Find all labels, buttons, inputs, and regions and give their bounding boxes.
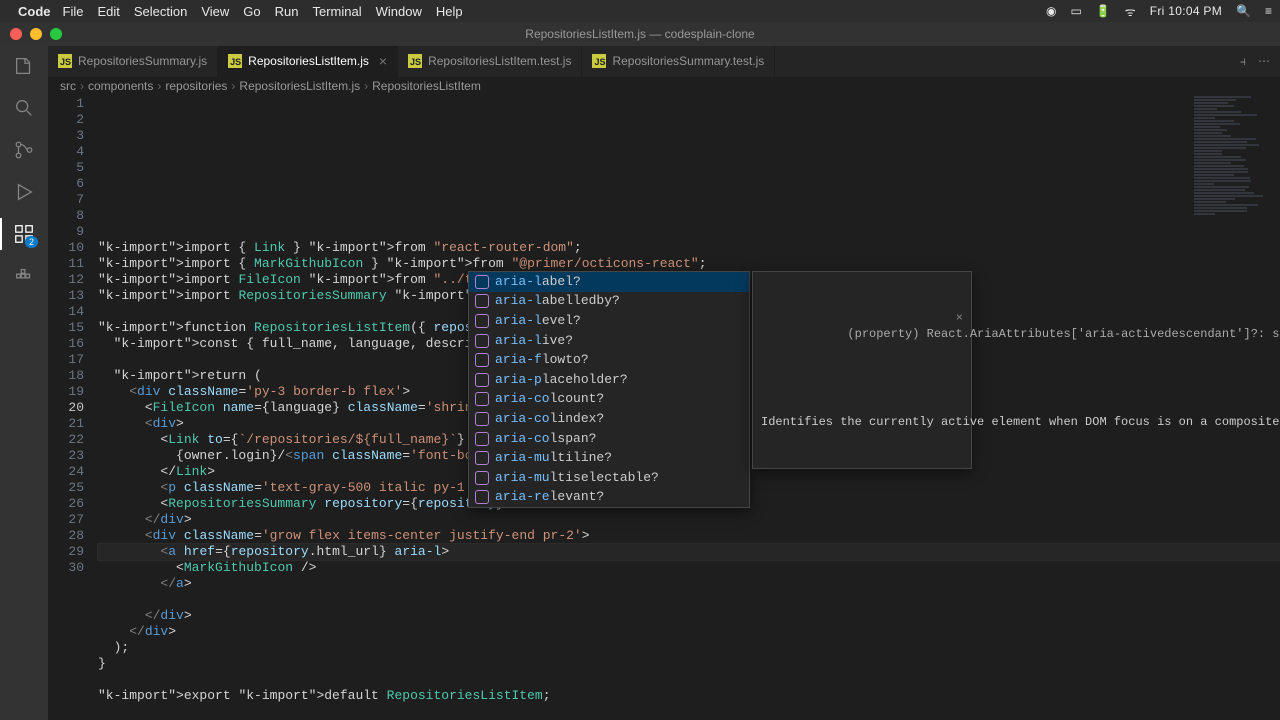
js-file-icon: JS — [592, 54, 606, 68]
line-number-gutter: 1234567891011121314151617181920212223242… — [48, 96, 98, 720]
tab-repositorieslistitem[interactable]: JS RepositoriesListItem.js × — [218, 46, 398, 77]
intellisense-doc: (property) React.AriaAttributes['aria-ac… — [752, 271, 972, 469]
vscode-titlebar: RepositoriesListItem.js — codesplain-clo… — [0, 22, 1280, 46]
search-icon[interactable] — [12, 96, 36, 120]
split-editor-icon[interactable]: ⫞ — [1240, 54, 1246, 69]
window-controls — [0, 28, 62, 40]
tab-label: RepositoriesListItem.js — [248, 54, 369, 68]
control-center-icon[interactable]: ≡ — [1265, 4, 1272, 18]
battery-icon[interactable]: 🔋 — [1096, 4, 1111, 18]
suggest-item[interactable]: aria-colspan? — [469, 429, 749, 449]
property-icon — [475, 392, 489, 406]
intellisense-suggest[interactable]: aria-label?aria-labelledby?aria-level?ar… — [468, 271, 750, 508]
macos-menubar: Code File Edit Selection View Go Run Ter… — [0, 0, 1280, 22]
tab-repositorieslistitem-test[interactable]: JS RepositoriesListItem.test.js — [398, 46, 582, 77]
property-icon — [475, 353, 489, 367]
property-icon — [475, 451, 489, 465]
js-file-icon: JS — [58, 54, 72, 68]
extensions-badge: 2 — [25, 236, 38, 248]
close-doc-icon[interactable]: × — [956, 310, 963, 326]
suggest-item[interactable]: aria-multiline? — [469, 448, 749, 468]
crumb[interactable]: components — [88, 79, 153, 93]
suggest-item[interactable]: aria-relevant? — [469, 488, 749, 508]
tab-label: RepositoriesListItem.test.js — [428, 54, 571, 68]
js-file-icon: JS — [228, 54, 242, 68]
activity-bar: 2 — [0, 46, 48, 720]
suggest-item[interactable]: aria-label? — [469, 272, 749, 292]
debug-icon[interactable] — [12, 180, 36, 204]
menu-view[interactable]: View — [201, 4, 229, 19]
suggest-item[interactable]: aria-placeholder? — [469, 370, 749, 390]
js-file-icon: JS — [408, 54, 422, 68]
property-icon — [475, 432, 489, 446]
tab-repositoriessummary-test[interactable]: JS RepositoriesSummary.test.js — [582, 46, 775, 77]
editor-tabs: JS RepositoriesSummary.js JS Repositorie… — [48, 46, 1280, 77]
suggest-item[interactable]: aria-flowto? — [469, 350, 749, 370]
menu-edit[interactable]: Edit — [97, 4, 119, 19]
close-tab-icon[interactable]: × — [379, 53, 387, 69]
clock[interactable]: Fri 10:04 PM — [1150, 4, 1222, 18]
crumb[interactable]: RepositoriesListItem.js — [239, 79, 360, 93]
suggest-item[interactable]: aria-colindex? — [469, 409, 749, 429]
property-icon — [475, 471, 489, 485]
tab-label: RepositoriesSummary.js — [78, 54, 207, 68]
editor-area: JS RepositoriesSummary.js JS Repositorie… — [48, 46, 1280, 720]
menu-selection[interactable]: Selection — [134, 4, 187, 19]
crumb[interactable]: RepositoriesListItem — [372, 79, 481, 93]
close-window-icon[interactable] — [10, 28, 22, 40]
suggest-item[interactable]: aria-colcount? — [469, 390, 749, 410]
maximize-window-icon[interactable] — [50, 28, 62, 40]
more-actions-icon[interactable]: ⋯ — [1258, 54, 1270, 68]
minimap[interactable] — [1194, 96, 1274, 296]
property-icon — [475, 275, 489, 289]
crumb[interactable]: repositories — [165, 79, 227, 93]
suggest-item[interactable]: aria-live? — [469, 331, 749, 351]
property-icon — [475, 314, 489, 328]
extensions-icon[interactable]: 2 — [12, 222, 36, 246]
explorer-icon[interactable] — [12, 54, 36, 78]
code-editor[interactable]: 1234567891011121314151617181920212223242… — [48, 96, 1280, 720]
menu-go[interactable]: Go — [243, 4, 260, 19]
property-icon — [475, 412, 489, 426]
crumb[interactable]: src — [60, 79, 76, 93]
breadcrumb[interactable]: src› components› repositories› Repositor… — [48, 77, 1280, 96]
spotlight-icon[interactable]: 🔍 — [1236, 4, 1251, 18]
minimize-window-icon[interactable] — [30, 28, 42, 40]
suggest-item[interactable]: aria-level? — [469, 311, 749, 331]
doc-signature: (property) React.AriaAttributes['aria-ac… — [847, 327, 1280, 341]
property-icon — [475, 334, 489, 348]
menu-file[interactable]: File — [63, 4, 84, 19]
window-title: RepositoriesListItem.js — codesplain-clo… — [525, 27, 754, 41]
record-icon[interactable]: ◉ — [1046, 4, 1056, 18]
property-icon — [475, 373, 489, 387]
wifi-icon[interactable]: ᯤ — [1125, 3, 1136, 20]
suggest-item[interactable]: aria-labelledby? — [469, 292, 749, 312]
tab-label: RepositoriesSummary.test.js — [612, 54, 764, 68]
menu-run[interactable]: Run — [275, 4, 299, 19]
video-icon[interactable]: ▭ — [1070, 4, 1081, 18]
suggest-item[interactable]: aria-multiselectable? — [469, 468, 749, 488]
menu-window[interactable]: Window — [376, 4, 422, 19]
menubar-status: ◉ ▭ 🔋 ᯤ Fri 10:04 PM 🔍 ≡ — [1046, 3, 1272, 20]
menu-help[interactable]: Help — [436, 4, 463, 19]
menu-terminal[interactable]: Terminal — [313, 4, 362, 19]
tab-repositoriessummary[interactable]: JS RepositoriesSummary.js — [48, 46, 218, 77]
app-name[interactable]: Code — [18, 4, 51, 19]
code-content[interactable]: "k-import">import { Link } "k-import">fr… — [98, 96, 1280, 720]
property-icon — [475, 294, 489, 308]
docker-icon[interactable] — [12, 264, 36, 288]
source-control-icon[interactable] — [12, 138, 36, 162]
property-icon — [475, 490, 489, 504]
doc-description: Identifies the currently active element … — [761, 414, 963, 430]
